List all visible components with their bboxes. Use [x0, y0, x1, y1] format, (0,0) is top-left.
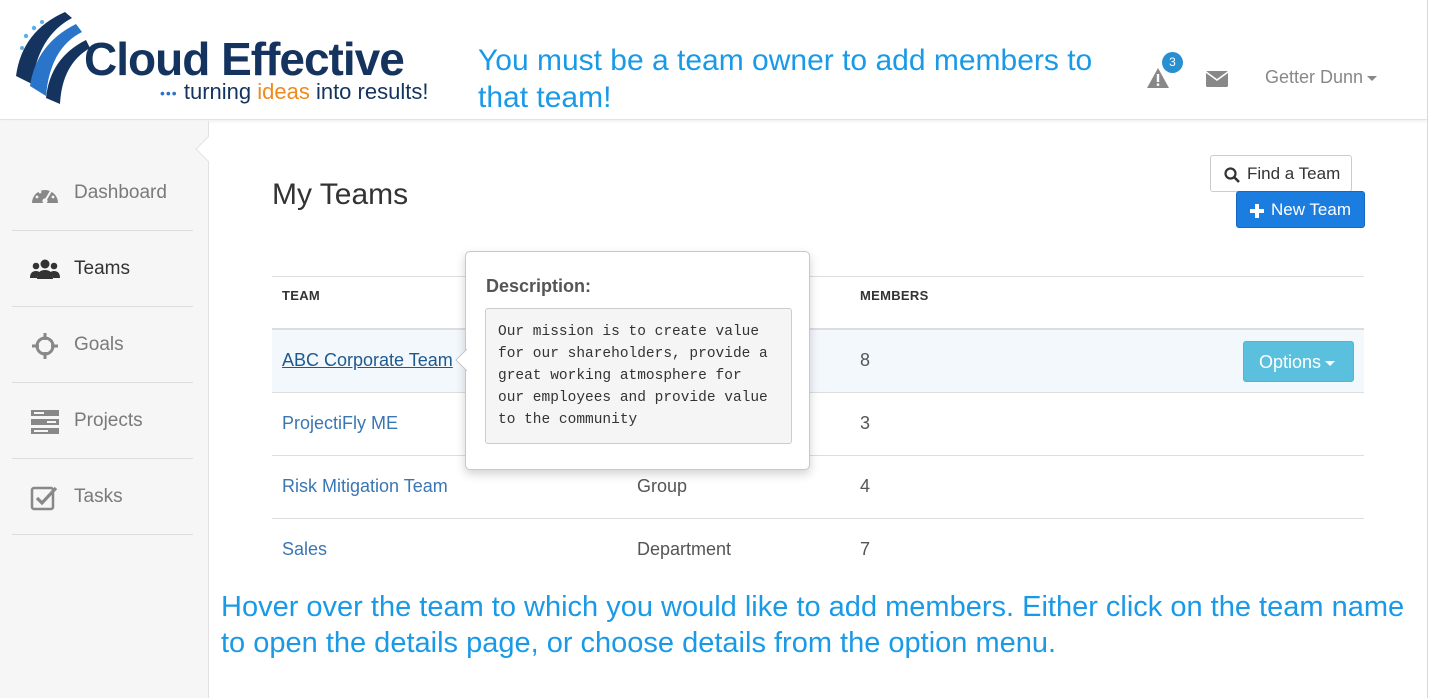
sidebar-item-projects[interactable]: Projects	[12, 383, 193, 459]
users-icon	[30, 259, 60, 279]
mail-icon[interactable]	[1205, 69, 1229, 89]
table-row[interactable]: ProjectiFly ME 3	[272, 393, 1364, 456]
logo-tagline: ••• turning ideas into results!	[160, 79, 429, 104]
popover-arrow	[455, 349, 467, 371]
sidebar-item-teams[interactable]: Teams	[12, 231, 193, 307]
logo-swoosh-icon	[16, 12, 90, 104]
find-team-label: Find a Team	[1247, 164, 1341, 183]
table-header: TEAM MEMBERS	[272, 276, 1364, 330]
projects-icon	[31, 410, 59, 434]
popover-title: Description:	[486, 276, 592, 296]
logo-title: Cloud Effective	[84, 33, 405, 85]
page-title: My Teams	[272, 178, 409, 211]
sidebar-item-label: Goals	[74, 334, 124, 355]
annotation-bottom: Hover over the team to which you would l…	[221, 591, 1405, 659]
alert-count-badge: 3	[1162, 52, 1183, 73]
table-row[interactable]: Risk Mitigation Team Group 4	[272, 456, 1364, 519]
team-name-link[interactable]: Risk Mitigation Team	[282, 476, 448, 497]
sidebar-item-label: Teams	[74, 258, 130, 279]
options-button[interactable]: Options	[1243, 341, 1354, 382]
sidebar-item-label: Tasks	[74, 486, 123, 507]
sidebar-item-tasks[interactable]: Tasks	[12, 459, 193, 535]
annotation-top: You must be a team owner to add members …	[478, 44, 1093, 114]
options-label: Options	[1259, 352, 1322, 372]
logo[interactable]: Cloud Effective ••• turning ideas into r…	[10, 6, 430, 110]
column-header-members[interactable]: MEMBERS	[860, 288, 929, 303]
active-nav-pointer	[195, 136, 209, 162]
find-team-button[interactable]: Find a Team	[1210, 155, 1352, 192]
team-members-count: 8	[860, 350, 871, 370]
dashboard-icon	[32, 190, 58, 204]
team-name-link[interactable]: ProjectiFly ME	[282, 413, 398, 434]
check-square-icon	[30, 486, 58, 511]
team-type: Department	[637, 539, 732, 559]
top-header: Cloud Effective ••• turning ideas into r…	[0, 0, 1427, 120]
chevron-down-icon	[1325, 360, 1336, 366]
search-icon	[1224, 167, 1240, 183]
team-type: Group	[637, 476, 688, 496]
description-popover: Description: Our mission is to create va…	[455, 251, 810, 470]
sidebar-item-goals[interactable]: Goals	[12, 307, 193, 383]
sidebar: Dashboard Teams Goals Projects Tasks	[0, 121, 209, 698]
user-name: Getter Dunn	[1265, 67, 1364, 87]
popover-description: Our mission is to create value for our s…	[485, 308, 792, 444]
team-members-count: 7	[860, 539, 871, 559]
window-edge	[1427, 0, 1431, 698]
sidebar-item-dashboard[interactable]: Dashboard	[12, 155, 193, 231]
table-row[interactable]: ABC Corporate Team 8 Options	[272, 330, 1364, 393]
user-menu[interactable]: Getter Dunn	[1265, 67, 1378, 88]
new-team-button[interactable]: New Team	[1236, 191, 1365, 228]
table-row[interactable]: Sales Department 7	[272, 519, 1364, 582]
sidebar-item-label: Projects	[74, 410, 143, 431]
team-name-link[interactable]: ABC Corporate Team	[282, 350, 453, 371]
new-team-label: New Team	[1271, 200, 1351, 219]
plus-icon	[1250, 204, 1264, 218]
column-header-team[interactable]: TEAM	[282, 288, 320, 303]
chevron-down-icon	[1367, 75, 1378, 81]
team-members-count: 4	[860, 476, 871, 496]
team-members-count: 3	[860, 413, 871, 433]
team-name-link[interactable]: Sales	[282, 539, 327, 560]
crosshair-icon	[32, 333, 58, 359]
sidebar-item-label: Dashboard	[74, 182, 167, 203]
